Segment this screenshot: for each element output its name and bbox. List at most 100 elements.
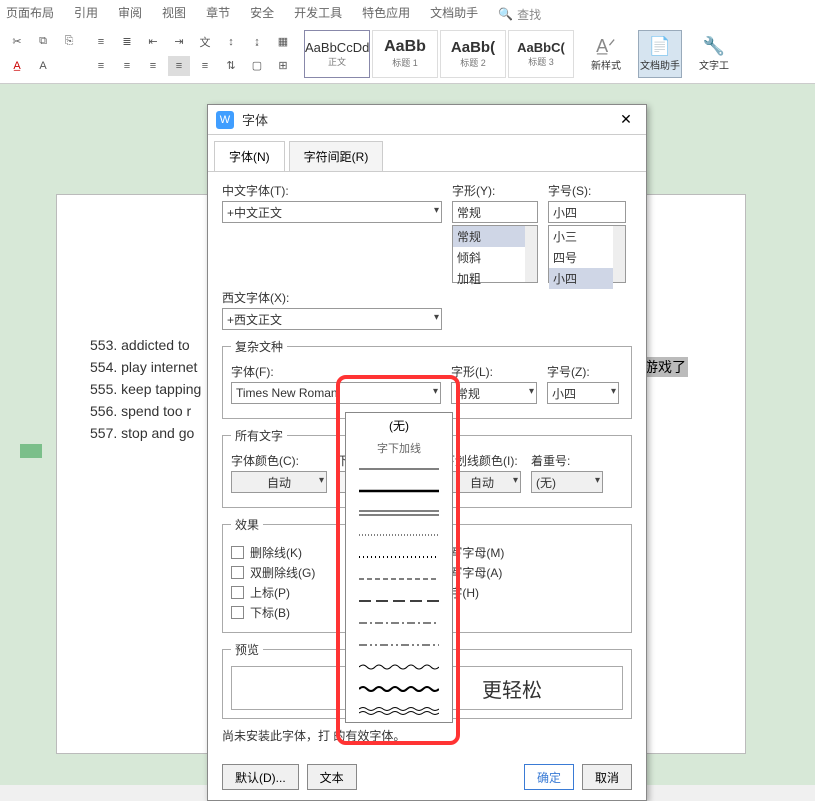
tab-spacing[interactable]: 字符间距(R) — [289, 141, 384, 171]
underline-word[interactable]: 字下加线 — [346, 438, 452, 458]
style-option[interactable]: 倾斜 — [453, 247, 525, 268]
text-tool-button[interactable]: 🔧 文字工 — [692, 30, 736, 78]
size-listbox[interactable]: 小三 四号 小四 — [548, 225, 626, 283]
style-h1[interactable]: AaBb 标题 1 — [372, 30, 438, 78]
text-direction-icon[interactable]: ⇅ — [220, 56, 242, 76]
cancel-button[interactable]: 取消 — [582, 764, 632, 790]
doc-helper-icon: 📄 — [649, 36, 671, 57]
tab-page-layout[interactable]: 页面布局 — [6, 4, 54, 24]
new-style-icon: A̲ᐟ — [596, 36, 616, 57]
tabs-icon[interactable]: ⊞ — [272, 56, 294, 76]
complex-font-combo[interactable]: Times New Roman▾ — [231, 382, 441, 404]
bullets-icon[interactable]: ≡ — [90, 32, 112, 52]
tab-section[interactable]: 章节 — [206, 4, 230, 24]
size-combo[interactable]: 小四 — [548, 201, 626, 223]
ribbon-tabs: 页面布局 引用 审阅 视图 章节 安全 开发工具 特色应用 文档助手 🔍 查找 — [0, 0, 815, 24]
size-option[interactable]: 小四 — [549, 268, 613, 289]
check-superscript[interactable]: 上标(P) — [231, 584, 315, 601]
distribute-icon[interactable]: ≡ — [194, 56, 216, 76]
close-icon: ✕ — [620, 111, 632, 128]
size-option[interactable]: 小三 — [549, 226, 613, 247]
ok-button[interactable]: 确定 — [524, 764, 574, 790]
asian-layout-icon[interactable]: 文 — [194, 32, 216, 52]
underline-wave[interactable] — [346, 656, 452, 678]
format-painter-icon[interactable]: ✂ — [6, 32, 28, 52]
notice-text: 尚未安装此字体，打 的有效字体。 — [222, 727, 632, 744]
tab-references[interactable]: 引用 — [74, 4, 98, 24]
search-box[interactable]: 🔍 查找 — [498, 4, 541, 24]
complex-font-label: 字体(F): — [231, 363, 441, 380]
underline-dash[interactable] — [346, 568, 452, 590]
dialog-title: 字体 — [242, 110, 614, 129]
complex-size-label: 字号(Z): — [547, 363, 619, 380]
shading-icon[interactable]: ▦ — [272, 32, 294, 52]
increase-indent-icon[interactable]: ⇥ — [168, 32, 190, 52]
underline-color-label: 下划线颜色(I): — [443, 452, 521, 469]
en-font-combo[interactable]: +西文正文▾ — [222, 308, 442, 330]
style-combo[interactable]: 常规 — [452, 201, 538, 223]
tab-font[interactable]: 字体(N) — [214, 141, 285, 171]
chevron-down-icon: ▾ — [611, 386, 616, 397]
decrease-indent-icon[interactable]: ⇤ — [142, 32, 164, 52]
tab-dochelper[interactable]: 文档助手 — [430, 4, 478, 24]
check-subscript[interactable]: 下标(B) — [231, 604, 315, 621]
size-option[interactable]: 四号 — [549, 247, 613, 268]
document-text[interactable]: 553. addicted to 554. play internet 555.… — [90, 334, 201, 444]
tab-special[interactable]: 特色应用 — [362, 4, 410, 24]
new-style-button[interactable]: A̲ᐟ 新样式 — [584, 30, 628, 78]
doc-helper-button[interactable]: 📄 文档助手 — [638, 30, 682, 78]
align-left-icon[interactable]: ≡ — [90, 56, 112, 76]
underline-single[interactable] — [346, 458, 452, 480]
paste-icon[interactable]: ⎘ — [58, 32, 80, 52]
complex-size-combo[interactable]: 小四▾ — [547, 382, 619, 404]
numbering-icon[interactable]: ≣ — [116, 32, 138, 52]
close-button[interactable]: ✕ — [614, 108, 638, 132]
underline-wave-double[interactable] — [346, 700, 452, 722]
scrollbar[interactable] — [525, 226, 537, 282]
borders-icon[interactable]: ▢ — [246, 56, 268, 76]
scrollbar[interactable] — [613, 226, 625, 282]
align-center-icon[interactable]: ≡ — [116, 56, 138, 76]
side-marker-icon[interactable] — [20, 444, 42, 458]
font-color-combo[interactable]: 自动▾ — [231, 471, 327, 493]
check-strike[interactable]: 删除线(K) — [231, 544, 315, 561]
tab-devtools[interactable]: 开发工具 — [294, 4, 342, 24]
style-h2[interactable]: AaBb( 标题 2 — [440, 30, 506, 78]
underline-none[interactable]: (无) — [346, 413, 452, 438]
textfx-button[interactable]: 文本 — [307, 764, 357, 790]
underline-wave-thick[interactable] — [346, 678, 452, 700]
list-item: 555. keep tapping — [90, 378, 201, 400]
emphasis-combo[interactable]: (无)▾ — [531, 471, 603, 493]
sort-icon[interactable]: ↕ — [220, 32, 242, 52]
justify-icon[interactable]: ≡ — [168, 56, 190, 76]
copy-icon[interactable]: ⧉ — [32, 32, 54, 52]
underline-dash-long[interactable] — [346, 590, 452, 612]
style-h3[interactable]: AaBbC( 标题 3 — [508, 30, 574, 78]
highlight-icon[interactable]: A̲ — [6, 56, 28, 76]
complex-fieldset: 复杂文种 字体(F): Times New Roman▾ 字形(L): 常规▾ … — [222, 338, 632, 419]
underline-thick[interactable] — [346, 480, 452, 502]
default-button[interactable]: 默认(D)... — [222, 764, 299, 790]
underline-double[interactable] — [346, 502, 452, 524]
style-option[interactable]: 加粗 — [453, 268, 525, 289]
complex-style-combo[interactable]: 常规▾ — [451, 382, 537, 404]
chevron-down-icon: ▾ — [513, 475, 518, 486]
style-normal[interactable]: AaBbCcDd 正文 — [304, 30, 370, 78]
tab-security[interactable]: 安全 — [250, 4, 274, 24]
underline-dash-dot-dot[interactable] — [346, 634, 452, 656]
underline-dotted-thick[interactable] — [346, 546, 452, 568]
check-double-strike[interactable]: 双删除线(G) — [231, 564, 315, 581]
font-color-icon[interactable]: A — [32, 56, 54, 76]
align-right-icon[interactable]: ≡ — [142, 56, 164, 76]
line-spacing-icon[interactable]: ↨ — [246, 32, 268, 52]
style-listbox[interactable]: 常规 倾斜 加粗 — [452, 225, 538, 283]
underline-dotted[interactable] — [346, 524, 452, 546]
cn-font-combo[interactable]: +中文正文▾ — [222, 201, 442, 223]
tab-review[interactable]: 审阅 — [118, 4, 142, 24]
chevron-down-icon: ▾ — [319, 475, 324, 486]
underline-dash-dot[interactable] — [346, 612, 452, 634]
tab-view[interactable]: 视图 — [162, 4, 186, 24]
style-option[interactable]: 常规 — [453, 226, 525, 247]
chevron-down-icon: ▾ — [529, 386, 534, 397]
underline-color-combo[interactable]: 自动▾ — [443, 471, 521, 493]
